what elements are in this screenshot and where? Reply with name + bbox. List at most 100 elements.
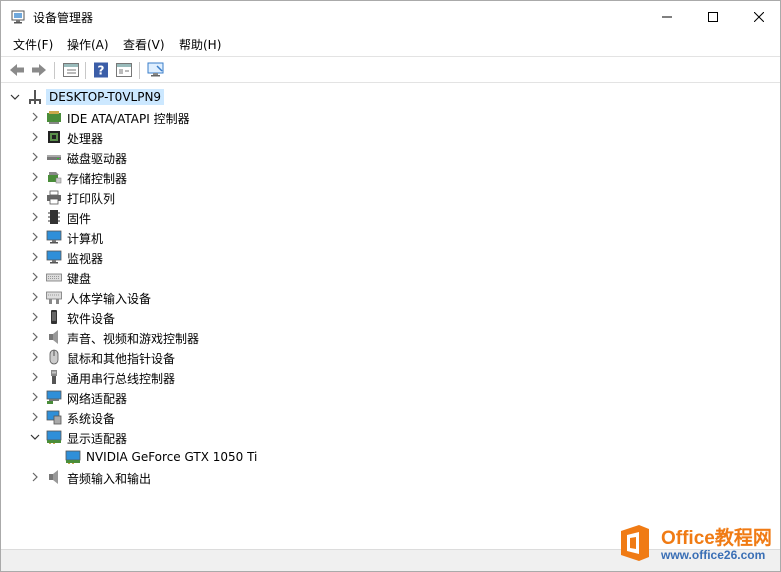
tree-category-label[interactable]: 网络适配器 [67,390,127,407]
tree-category-label[interactable]: 计算机 [67,230,103,247]
expander[interactable] [27,327,43,347]
expander[interactable] [27,407,43,427]
tree-category-row[interactable]: 固件 [3,207,778,227]
title-bar[interactable]: 设备管理器 [1,1,780,33]
menu-view[interactable]: 查看(V) [123,36,165,53]
minimize-button[interactable] [644,1,690,33]
help-button[interactable]: ? [91,60,111,80]
network-adapter-icon [46,390,62,404]
expander[interactable] [27,427,43,447]
chevron-right-icon [32,272,38,282]
usb-icon [51,370,57,384]
scan-hardware-button[interactable] [146,60,166,80]
tree-category-row[interactable]: IDE ATA/ATAPI 控制器 [3,107,778,127]
tree-category-label[interactable]: 键盘 [67,270,91,287]
tree-category-row[interactable]: 键盘 [3,267,778,287]
expander[interactable] [27,107,43,127]
forward-button[interactable] [29,60,49,80]
ide-controller-icon [47,111,61,124]
tree-category-row[interactable]: 软件设备 [3,307,778,327]
close-button[interactable] [736,1,781,33]
tree-category-row[interactable]: 打印队列 [3,187,778,207]
maximize-icon [708,12,718,22]
maximize-button[interactable] [690,1,736,33]
expander[interactable] [27,247,43,267]
tree-category-label[interactable]: IDE ATA/ATAPI 控制器 [67,110,190,127]
device-manager-app-icon [11,10,25,24]
tree-category-label[interactable]: 存储控制器 [67,170,127,187]
expander[interactable] [27,227,43,247]
firmware-icon [48,210,60,224]
expander[interactable] [27,387,43,407]
tree-category-row[interactable]: 监视器 [3,247,778,267]
tree-root[interactable]: DESKTOP-T0VLPN9 [3,87,778,107]
expander[interactable] [27,347,43,367]
menu-bar: 文件(F) 操作(A) 查看(V) 帮助(H) [1,33,780,55]
tree-category-row[interactable]: 鼠标和其他指针设备 [3,347,778,367]
device-tree: DESKTOP-T0VLPN9 IDE ATA/ATAPI 控制器 处理器磁盘驱动… [3,85,778,549]
tree-category-label[interactable]: 软件设备 [67,310,115,327]
expander[interactable] [27,267,43,287]
tree-category-row[interactable]: 音频输入和输出 [3,467,778,487]
expander[interactable] [27,367,43,387]
tree-category-row[interactable]: 网络适配器 [3,387,778,407]
chevron-right-icon [32,192,38,202]
chevron-right-icon [32,332,38,342]
tree-category-label[interactable]: 音频输入和输出 [67,470,151,487]
close-icon [754,12,764,22]
tree-category-label[interactable]: 监视器 [67,250,103,267]
tree-category-label[interactable]: 打印队列 [67,190,115,207]
expander[interactable] [27,467,43,487]
chevron-down-icon [10,94,20,100]
expander[interactable] [27,147,43,167]
expander[interactable] [27,187,43,207]
tree-category-label[interactable]: 磁盘驱动器 [67,150,127,167]
tree-category-label[interactable]: 系统设备 [67,410,115,427]
tree-category-label[interactable]: 处理器 [67,130,103,147]
toolbar: ? [1,56,780,83]
expander[interactable] [27,307,43,327]
tree-category-row[interactable]: 显示适配器 [3,427,778,447]
keyboard-icon [46,273,62,282]
chevron-right-icon [32,292,38,302]
menu-file[interactable]: 文件(F) [13,36,53,53]
toolbar-separator [139,62,140,79]
expander[interactable] [27,127,43,147]
help-icon: ? [94,62,108,78]
tree-category-row[interactable]: 磁盘驱动器 [3,147,778,167]
tree-category-label[interactable]: 固件 [67,210,91,227]
menu-help[interactable]: 帮助(H) [179,36,221,53]
chevron-right-icon [32,112,38,122]
tree-device-label[interactable]: NVIDIA GeForce GTX 1050 Ti [86,450,257,464]
root-label[interactable]: DESKTOP-T0VLPN9 [46,89,165,105]
view-button[interactable] [114,60,134,80]
expander[interactable] [7,87,23,107]
tree-category-row[interactable]: 处理器 [3,127,778,147]
tree-category-label[interactable]: 通用串行总线控制器 [67,370,175,387]
tree-category-row[interactable]: 人体学输入设备 [3,287,778,307]
tree-category-row[interactable]: 声音、视频和游戏控制器 [3,327,778,347]
chevron-right-icon [32,252,38,262]
back-button[interactable] [7,60,27,80]
properties-button[interactable] [61,60,81,80]
disk-drive-icon [47,155,61,160]
menu-action[interactable]: 操作(A) [67,36,109,53]
tree-category-label[interactable]: 鼠标和其他指针设备 [67,350,175,367]
tree-category-row[interactable]: 存储控制器 [3,167,778,187]
expander[interactable] [27,167,43,187]
tree-category-row[interactable]: 系统设备 [3,407,778,427]
tree-category-row[interactable]: 计算机 [3,227,778,247]
chevron-right-icon [32,392,38,402]
expander[interactable] [27,207,43,227]
watermark: Office教程网 www.office26.com [611,519,779,565]
tree-category-label[interactable]: 声音、视频和游戏控制器 [67,330,199,347]
storage-controller-icon [48,172,62,184]
tree-device-row[interactable]: NVIDIA GeForce GTX 1050 Ti [3,447,778,467]
forward-arrow-icon [32,64,46,76]
tree-category-label[interactable]: 人体学输入设备 [67,290,151,307]
computer-icon [46,230,62,244]
expander[interactable] [27,287,43,307]
tree-category-row[interactable]: 通用串行总线控制器 [3,367,778,387]
tree-category-label[interactable]: 显示适配器 [67,430,127,447]
window-title: 设备管理器 [33,11,94,25]
